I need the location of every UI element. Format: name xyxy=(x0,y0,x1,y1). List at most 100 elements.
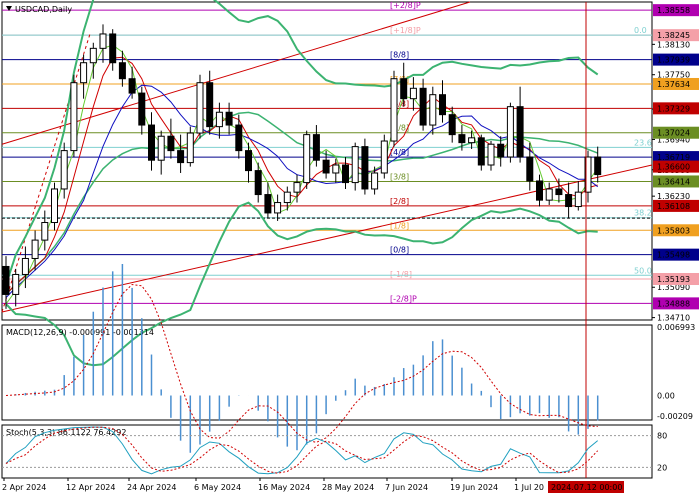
candle-body xyxy=(274,202,282,214)
candle-body xyxy=(458,134,466,144)
candle-body xyxy=(235,124,243,152)
x-tick-label: 6 May 2024 xyxy=(194,483,241,492)
murrey-label: [+2/8]P xyxy=(390,1,421,10)
price-box-label: 1.35498 xyxy=(657,251,690,260)
price-box-label: 1.36600 xyxy=(657,163,690,172)
candle-body xyxy=(148,124,155,161)
fib-label: 38.2 xyxy=(634,209,652,218)
candle-body xyxy=(167,135,175,152)
x-tick-label: 19 Jun 2024 xyxy=(450,483,498,492)
candle-body xyxy=(429,94,437,126)
stoch-tick-label: 80 xyxy=(657,432,667,441)
price-box-label: 1.38558 xyxy=(657,6,690,15)
price-box-label: 1.37329 xyxy=(657,104,690,113)
candle-body xyxy=(245,150,252,172)
chart-title: USDCAD,Daily xyxy=(15,5,72,14)
x-tick-label: 7 Jun 2024 xyxy=(385,483,428,492)
candle-body xyxy=(51,188,58,224)
macd-tick-label: 0.00 xyxy=(657,392,675,401)
candle-body xyxy=(206,82,214,128)
candle-body xyxy=(565,194,573,208)
x-tick-label: 12 Apr 2024 xyxy=(66,483,115,492)
y-tick-label: 1.36230 xyxy=(657,192,690,201)
murrey-label: [0/8] xyxy=(390,246,409,255)
candle-body xyxy=(439,94,446,116)
price-chart[interactable]: [+2/8]P[+1/8]P[8/8][7/8][6/8][5/8][4/8][… xyxy=(0,0,700,500)
price-box-label: 1.38245 xyxy=(657,31,690,40)
candle-body xyxy=(361,146,369,190)
cursor-time-label: 2024.07.12 00:00 xyxy=(551,483,622,492)
candle-body xyxy=(264,194,272,214)
x-tick-label: 1 Jul 20 xyxy=(514,483,544,492)
candle-body xyxy=(506,106,514,158)
candle-body xyxy=(351,146,359,184)
price-box-label: 1.37024 xyxy=(657,129,690,138)
candle-body xyxy=(555,188,563,196)
fib-label: 50.0 xyxy=(634,266,652,275)
candle-body xyxy=(390,78,398,142)
murrey-label: [3/8] xyxy=(390,172,409,181)
candle-body xyxy=(497,143,505,158)
candle-body xyxy=(332,164,340,174)
price-box-label: 1.36414 xyxy=(657,177,690,186)
candle-body xyxy=(380,140,388,174)
candle-body xyxy=(477,137,485,166)
macd-tick-label: -0.00209 xyxy=(657,412,693,421)
y-tick-label: 1.34710 xyxy=(657,314,690,323)
candle-body xyxy=(342,164,349,184)
macd-tick-label: 0.006993 xyxy=(657,323,695,332)
candle-body xyxy=(536,180,543,201)
price-box-label: 1.35803 xyxy=(657,226,690,235)
x-tick-label: 28 May 2024 xyxy=(322,483,374,492)
candle-body xyxy=(283,191,291,204)
candle-body xyxy=(409,87,417,100)
candle-body xyxy=(322,159,330,174)
murrey-label: [+1/8]P xyxy=(390,26,421,35)
candle-body xyxy=(215,111,223,128)
candle-body xyxy=(526,156,534,182)
murrey-label: [1/8] xyxy=(390,221,409,230)
candle-body xyxy=(60,150,68,190)
candle-body xyxy=(99,33,107,49)
candle-body xyxy=(419,87,427,126)
candle-body xyxy=(254,170,262,196)
fib-label: 23.6 xyxy=(634,138,652,147)
chart-window: [+2/8]P [+1/8]P [8/8] [7/8] [6/8] [5/8] [4/8][… xyxy=(0,0,700,500)
candle-body xyxy=(177,150,185,164)
candle-body xyxy=(109,33,117,64)
y-tick-label: 1.38130 xyxy=(657,40,690,49)
candle-body xyxy=(196,82,204,134)
candle-body xyxy=(31,239,39,259)
candle-body xyxy=(225,111,233,126)
price-box-label: 1.35193 xyxy=(657,275,690,284)
candle-body xyxy=(128,78,136,94)
x-tick-label: 24 Apr 2024 xyxy=(127,483,176,492)
price-box-label: 1.36108 xyxy=(657,202,690,211)
candle-body xyxy=(138,92,146,126)
candle-body xyxy=(371,172,379,190)
candle-body xyxy=(21,257,29,275)
x-tick-label: 16 May 2024 xyxy=(258,483,310,492)
candle-body xyxy=(118,62,126,80)
candle-body xyxy=(516,106,524,158)
stoch-tick-label: 20 xyxy=(657,463,667,472)
candle-body xyxy=(545,188,553,201)
murrey-label: [-1/8] xyxy=(390,270,412,279)
candle-body xyxy=(186,132,194,164)
murrey-label: [-2/8]P xyxy=(390,294,417,303)
candle-body xyxy=(487,143,495,166)
candle-body xyxy=(12,273,20,295)
macd-frame xyxy=(1,324,653,421)
candle-body xyxy=(41,222,49,241)
candle-body xyxy=(574,191,582,208)
candle-body xyxy=(400,78,408,100)
price-box-label: 1.37634 xyxy=(657,80,690,89)
candle-body xyxy=(157,135,165,161)
candle-body xyxy=(2,265,10,295)
candle-body xyxy=(594,156,602,176)
candle-body xyxy=(303,134,311,184)
murrey-label: [2/8] xyxy=(390,197,409,206)
x-tick-label: 2 Apr 2024 xyxy=(2,483,46,492)
candle-body xyxy=(89,47,97,64)
candle-body xyxy=(468,137,476,144)
